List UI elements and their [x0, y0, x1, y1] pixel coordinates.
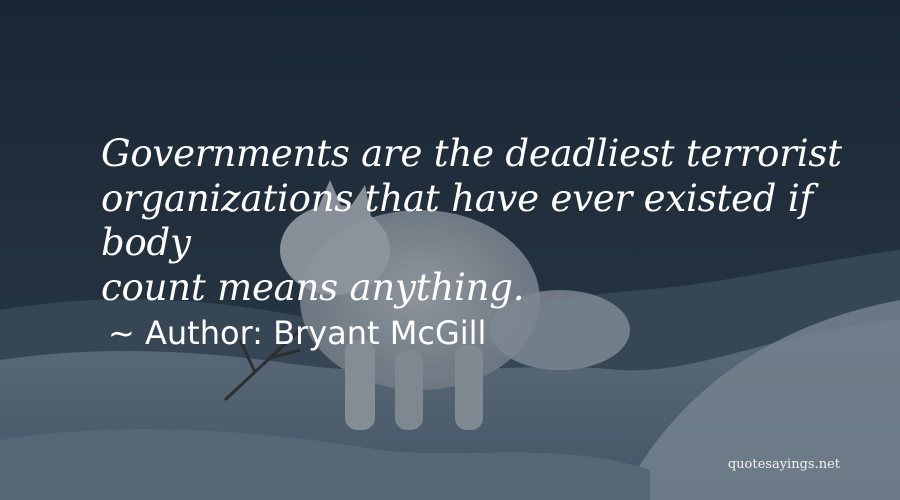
author-prefix: ~: [108, 314, 135, 352]
quote-line: count means anything.: [101, 265, 525, 309]
quote-line: organizations that have ever existed if …: [101, 176, 813, 265]
quote-text: Governments are the deadliest terrorist …: [101, 132, 861, 310]
author-name[interactable]: Bryant McGill: [273, 314, 486, 352]
quote-line: Governments are the deadliest terrorist: [101, 132, 842, 175]
site-watermark: quotesayings.net: [727, 457, 840, 472]
quote-block: Governments are the deadliest terrorist …: [101, 132, 861, 353]
author-label: Author:: [144, 314, 263, 352]
author-line: ~ Author: Bryant McGill: [101, 313, 861, 353]
